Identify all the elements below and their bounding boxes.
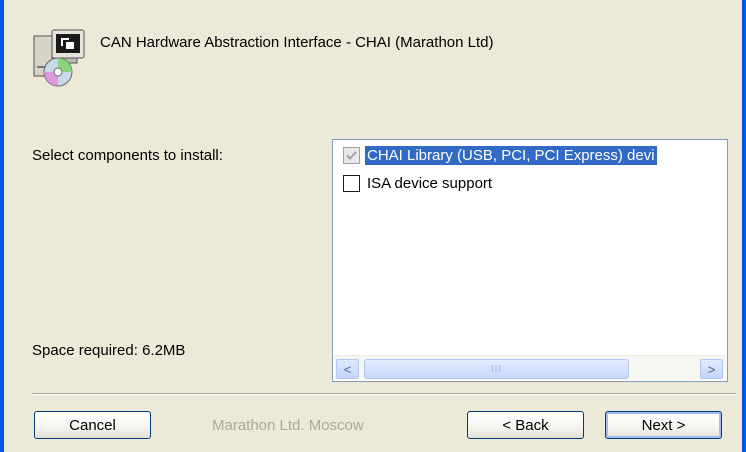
grip-icon: III [490, 363, 503, 375]
components-tree[interactable]: CHAI Library (USB, PCI, PCI Express) dev… [332, 139, 728, 382]
scroll-left-button[interactable]: < [336, 359, 359, 379]
cancel-button[interactable]: Cancel [34, 411, 151, 439]
back-button[interactable]: < Back [467, 411, 584, 439]
component-label: CHAI Library (USB, PCI, PCI Express) dev… [365, 145, 657, 165]
brand-text: Marathon Ltd. Moscow [212, 417, 364, 434]
space-required-label: Space required: 6.2MB [32, 342, 186, 359]
chevron-right-icon: > [707, 361, 716, 377]
component-item-chai-library[interactable]: CHAI Library (USB, PCI, PCI Express) dev… [343, 144, 727, 166]
page-title: CAN Hardware Abstraction Interface - CHA… [100, 34, 494, 51]
select-components-label: Select components to install: [32, 147, 223, 164]
scroll-thumb[interactable]: III [364, 359, 629, 379]
chevron-left-icon: < [343, 361, 352, 377]
horizontal-scrollbar[interactable]: < III > [334, 355, 726, 380]
component-item-isa-support[interactable]: ISA device support [343, 172, 727, 194]
scroll-right-button[interactable]: > [700, 359, 723, 379]
component-label: ISA device support [367, 174, 493, 192]
checkbox-unchecked[interactable] [343, 174, 360, 192]
installer-computer-cd-icon [26, 26, 88, 88]
checkbox-checked-disabled[interactable] [343, 146, 360, 164]
footer-separator [32, 393, 736, 395]
window-frame-right [742, 0, 746, 452]
next-button[interactable]: Next > [605, 411, 722, 439]
window-frame-left [0, 0, 4, 452]
